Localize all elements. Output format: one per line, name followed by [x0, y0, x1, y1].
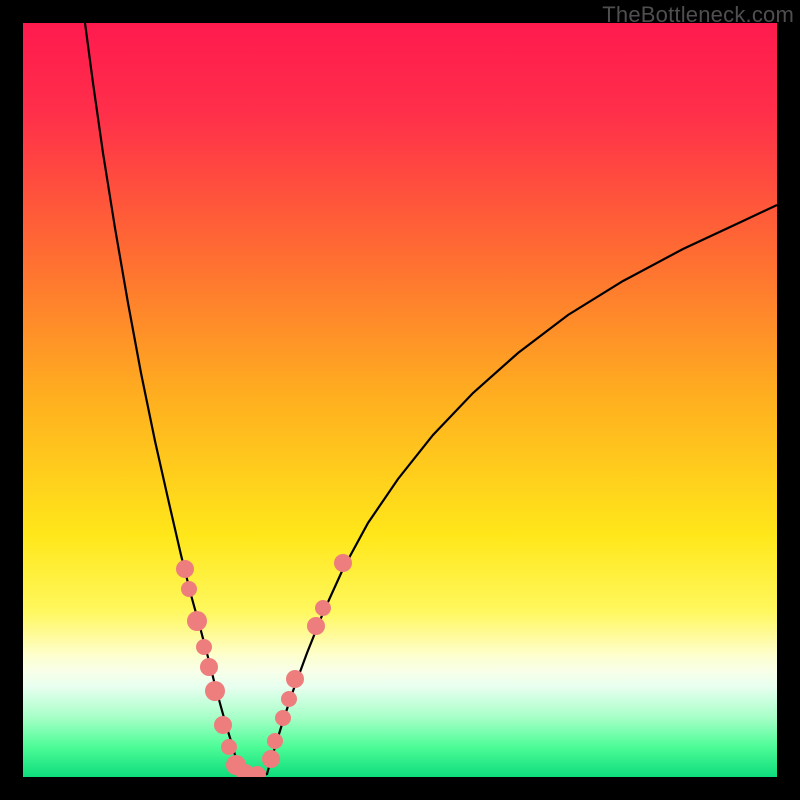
gradient-background [23, 23, 777, 777]
data-dot [196, 639, 212, 655]
data-dot [315, 600, 331, 616]
data-dot [221, 739, 237, 755]
data-dot [200, 658, 218, 676]
data-dot [214, 716, 232, 734]
data-dot [286, 670, 304, 688]
data-dot [176, 560, 194, 578]
data-dot [275, 710, 291, 726]
chart-frame [23, 23, 777, 777]
data-dot [262, 750, 280, 768]
data-dot [187, 611, 207, 631]
data-dot [267, 733, 283, 749]
data-dot [181, 581, 197, 597]
bottleneck-chart [23, 23, 777, 777]
data-dot [334, 554, 352, 572]
watermark-text: TheBottleneck.com [602, 2, 794, 28]
data-dot [205, 681, 225, 701]
data-dot [307, 617, 325, 635]
data-dot [281, 691, 297, 707]
